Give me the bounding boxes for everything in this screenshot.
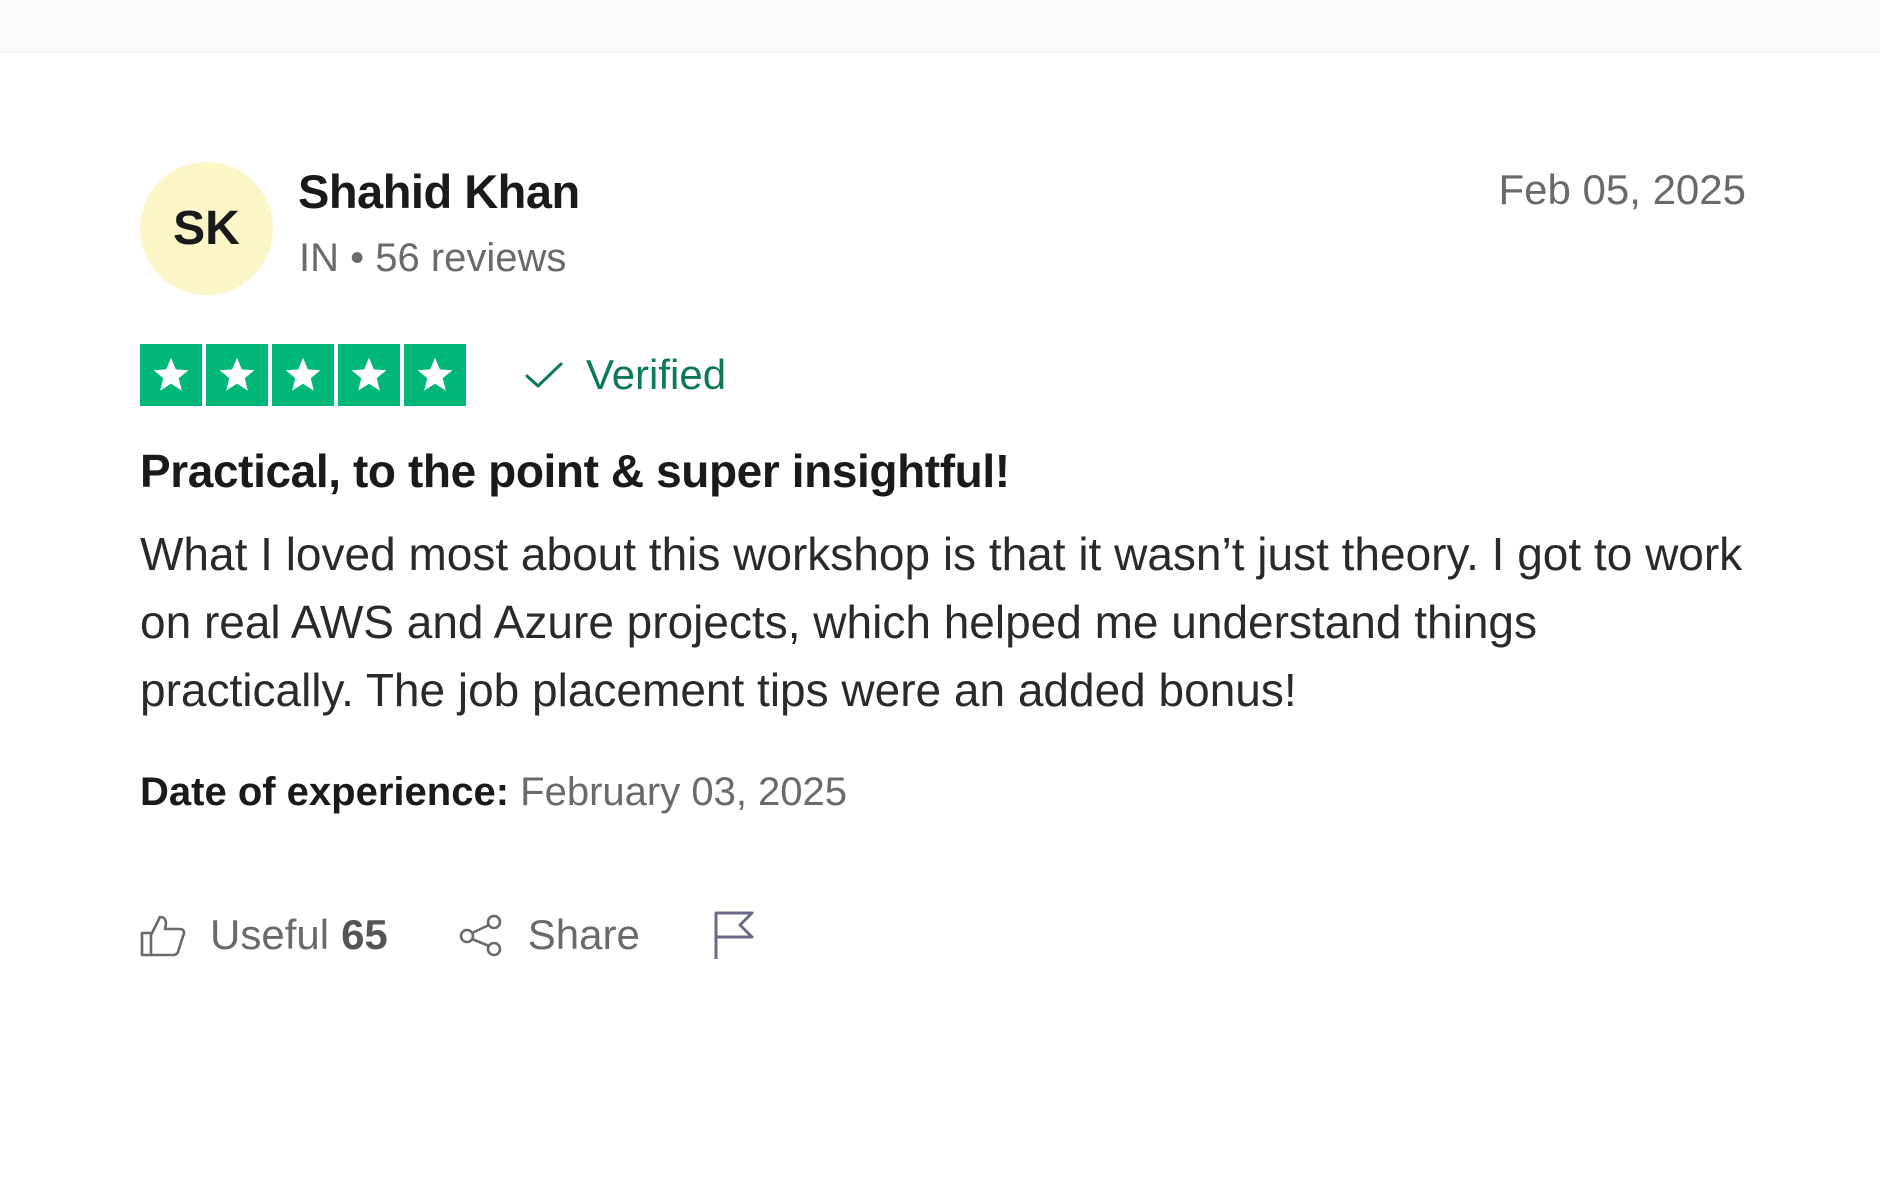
- review-card: SK Shahid Khan IN • 56 reviews Feb 05, 2…: [140, 160, 1750, 961]
- experience-label: Date of experience:: [140, 770, 510, 814]
- star-rating: [140, 344, 466, 406]
- star-icon: [404, 344, 466, 406]
- verified-badge[interactable]: Verified: [524, 351, 726, 399]
- checkmark-icon: [524, 360, 564, 390]
- review-body: What I loved most about this workshop is…: [140, 528, 1743, 716]
- useful-label: Useful: [210, 911, 330, 958]
- useful-button[interactable]: Useful 65: [140, 911, 388, 959]
- verified-label: Verified: [586, 351, 727, 398]
- avatar[interactable]: SK: [140, 162, 273, 295]
- review-title[interactable]: Practical, to the point & super insightf…: [140, 444, 1750, 498]
- star-icon: [338, 344, 400, 406]
- top-edge: [0, 0, 1880, 53]
- star-icon: [206, 344, 268, 406]
- review-header: SK Shahid Khan IN • 56 reviews Feb 05, 2…: [140, 160, 1750, 296]
- share-button[interactable]: Share: [458, 911, 640, 959]
- review-date: Feb 05, 2025: [1498, 166, 1746, 213]
- date-of-experience: Date of experience: February 03, 2025: [140, 770, 1750, 815]
- star-icon: [272, 344, 334, 406]
- useful-count: 65: [341, 911, 388, 958]
- share-label: Share: [527, 911, 640, 958]
- experience-date: February 03, 2025: [520, 770, 848, 814]
- reviewer-name[interactable]: Shahid Khan: [298, 164, 580, 219]
- star-icon: [140, 344, 202, 406]
- review-actions: Useful 65 Share: [140, 909, 1750, 961]
- thumbs-up-icon: [140, 913, 186, 957]
- report-button[interactable]: [712, 909, 780, 961]
- reviewer-meta: IN • 56 reviews: [299, 236, 567, 280]
- rating-row: Verified: [140, 344, 1750, 406]
- flag-icon: [712, 909, 756, 961]
- share-icon: [458, 913, 504, 957]
